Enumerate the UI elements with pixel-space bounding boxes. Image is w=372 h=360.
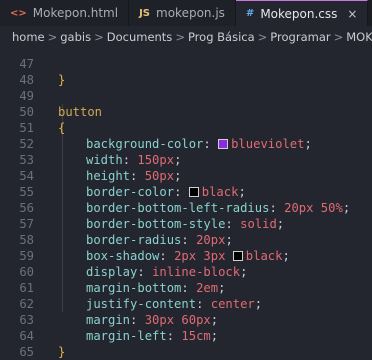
close-icon[interactable]: × <box>347 7 357 21</box>
code-line: 55 border-bottom-left-radius: 20px 50%; <box>0 168 372 215</box>
line-number: 65 <box>19 345 34 359</box>
code-line: 53 height: 50px; <box>0 136 372 183</box>
tab-mokepon-html[interactable]: <> Mokepon.html <box>0 0 130 26</box>
code-line: 50 { <box>0 88 372 135</box>
code-line: 56 border-bottom-style: solid; <box>0 184 372 231</box>
code-line: 65 <box>0 328 372 359</box>
code-line: 64 } <box>0 312 372 359</box>
code-line: 54 border-color: black; <box>0 152 372 199</box>
code-line: 59 display: inline-block; <box>0 232 372 279</box>
code-editor[interactable]: 47 } 48 49 button 50 { 51 background-col… <box>0 40 372 360</box>
code-line: 49 button <box>0 72 372 119</box>
code-line: 57 border-radius: 20px; <box>0 200 372 247</box>
tab-label: Mokepon.html <box>32 6 119 20</box>
code-line: 48 <box>0 56 372 87</box>
code-line: 61 justify-content: center; <box>0 264 372 311</box>
code-text: } <box>58 345 66 359</box>
code-line: 51 background-color: blueviolet; <box>0 104 372 151</box>
js-file-icon: JS <box>139 7 151 19</box>
tab-label: Mokepon.css <box>260 6 338 21</box>
tab-mokepon-css[interactable]: # Mokepon.css × <box>235 0 369 26</box>
code-line: 52 width: 150px; <box>0 120 372 167</box>
code-line: 62 margin: 30px 60px; <box>0 280 372 327</box>
code-line: 47 } <box>0 40 372 87</box>
css-file-icon: # <box>245 8 255 19</box>
tab-bar: <> Mokepon.html JS mokepon.js # Mokepon.… <box>0 0 372 26</box>
code-line: 58 box-shadow: 2px 3px black; <box>0 216 372 263</box>
tab-label: mokepon.js <box>156 6 225 20</box>
html-file-icon: <> <box>10 7 27 19</box>
code-line: 63 margin-left: 15cm; <box>0 296 372 343</box>
code-line: 60 margin-bottom: 2em; <box>0 248 372 295</box>
tab-mokepon-js[interactable]: JS mokepon.js <box>129 0 236 26</box>
